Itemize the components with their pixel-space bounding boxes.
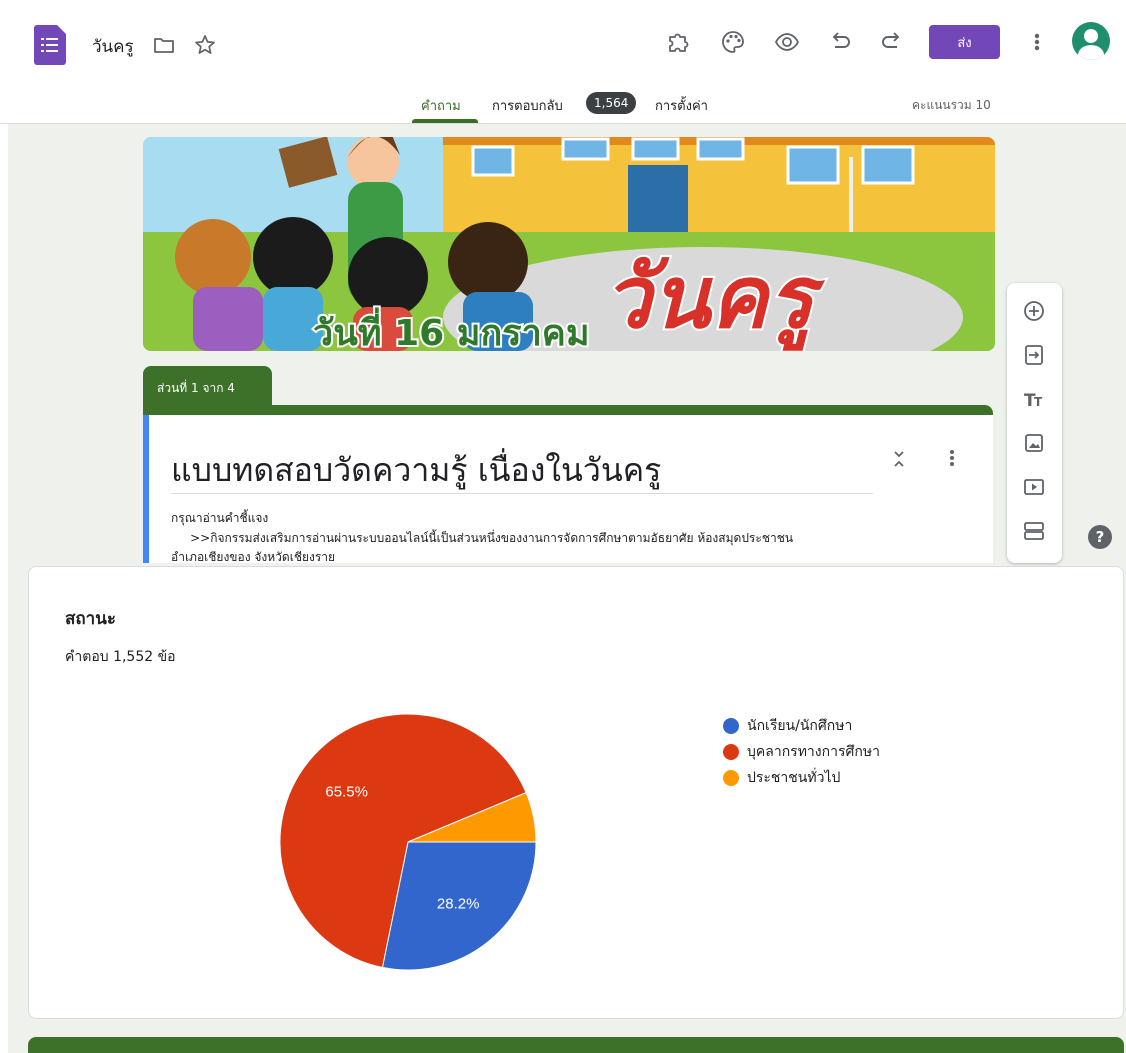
import-questions-icon[interactable]	[1020, 341, 1048, 369]
form-title[interactable]: แบบทดสอบวัดความรู้ เนื่องในวันครู	[171, 445, 661, 496]
side-toolbar: T T	[1007, 283, 1062, 563]
responses-count-badge: 1,564	[586, 92, 637, 114]
collapse-icon[interactable]	[889, 447, 909, 471]
folder-icon[interactable]	[152, 33, 176, 57]
legend-swatch	[723, 770, 739, 786]
pie-slice-label: 28.2%	[437, 895, 480, 912]
tab-responses[interactable]: การตอบกลับ	[492, 95, 563, 116]
response-summary-card: สถานะ คำตอบ 1,552 ข้อ 28.2% 65.5% นักเรีย…	[28, 566, 1124, 1019]
card-focus-indicator	[143, 415, 149, 563]
legend-label: ประชาชนทั่วไป	[747, 770, 841, 786]
more-vert-icon[interactable]	[943, 445, 961, 471]
add-video-icon[interactable]	[1020, 473, 1048, 501]
puzzle-icon[interactable]	[664, 28, 692, 56]
banner-date: วันที่ 16 มกราคม	[313, 307, 590, 351]
add-question-icon[interactable]	[1020, 297, 1048, 325]
banner-title: วันครู	[603, 248, 826, 351]
legend-label: นักเรียน/นักศึกษา	[747, 718, 853, 734]
star-icon[interactable]	[193, 33, 217, 57]
chart-legend: นักเรียน/นักศึกษาบุคลากรทางการศึกษาประชา…	[723, 713, 880, 791]
section-label: ส่วนที่ 1 จาก 4	[143, 366, 272, 406]
legend-item: บุคลากรทางการศึกษา	[723, 739, 880, 765]
help-icon[interactable]: ?	[1088, 525, 1112, 549]
total-points: คะแนนรวม 10	[912, 98, 991, 112]
tab-questions[interactable]: คำถาม	[421, 95, 461, 116]
legend-swatch	[723, 718, 739, 734]
more-vert-icon[interactable]	[1027, 28, 1047, 56]
pie-slice-label: 65.5%	[325, 784, 368, 801]
redo-icon[interactable]	[878, 28, 906, 56]
header-illustration: วันครู วันที่ 16 มกราคม	[143, 137, 995, 351]
forms-icon[interactable]	[34, 25, 66, 65]
form-title-card[interactable]: แบบทดสอบวัดความรู้ เนื่องในวันครู กรุณาอ…	[143, 405, 993, 563]
document-title[interactable]: วันครู	[92, 33, 134, 60]
header-image[interactable]: วันครู วันที่ 16 มกราคม	[143, 137, 995, 351]
add-image-icon[interactable]	[1020, 429, 1048, 457]
form-description-line[interactable]: >>กิจกรรมส่งเสริมการอ่านผ่านระบบออนไลน์น…	[171, 529, 793, 548]
eye-icon[interactable]	[773, 28, 801, 56]
next-card-top	[28, 1037, 1124, 1053]
legend-swatch	[723, 744, 739, 760]
card-top-band	[143, 405, 993, 415]
legend-item: ประชาชนทั่วไป	[723, 765, 880, 791]
legend-label: บุคลากรทางการศึกษา	[747, 744, 880, 760]
title-underline	[171, 493, 873, 494]
avatar[interactable]	[1072, 22, 1110, 60]
send-button[interactable]: ส่ง	[929, 25, 1000, 59]
add-section-icon[interactable]	[1020, 517, 1048, 545]
pie-chart[interactable]: 28.2% 65.5%	[29, 567, 1125, 1020]
tab-settings[interactable]: การตั้งค่า	[655, 95, 708, 116]
form-description-line[interactable]: อำเภอเชียงของ จังหวัดเชียงราย	[171, 548, 335, 563]
form-description-text: >>กิจกรรมส่งเสริมการอ่านผ่านระบบออนไลน์น…	[190, 531, 794, 545]
add-title-icon[interactable]: T T	[1020, 385, 1048, 413]
top-bar: วันครู ส่ง คำถาม การตอบกลับ 1,564 การตั้…	[0, 0, 1126, 124]
svg-text:T: T	[1034, 395, 1043, 409]
undo-icon[interactable]	[826, 28, 854, 56]
palette-icon[interactable]	[719, 28, 747, 56]
form-description-line[interactable]: กรุณาอ่านคำชี้แจง	[171, 509, 268, 528]
legend-item: นักเรียน/นักศึกษา	[723, 713, 880, 739]
